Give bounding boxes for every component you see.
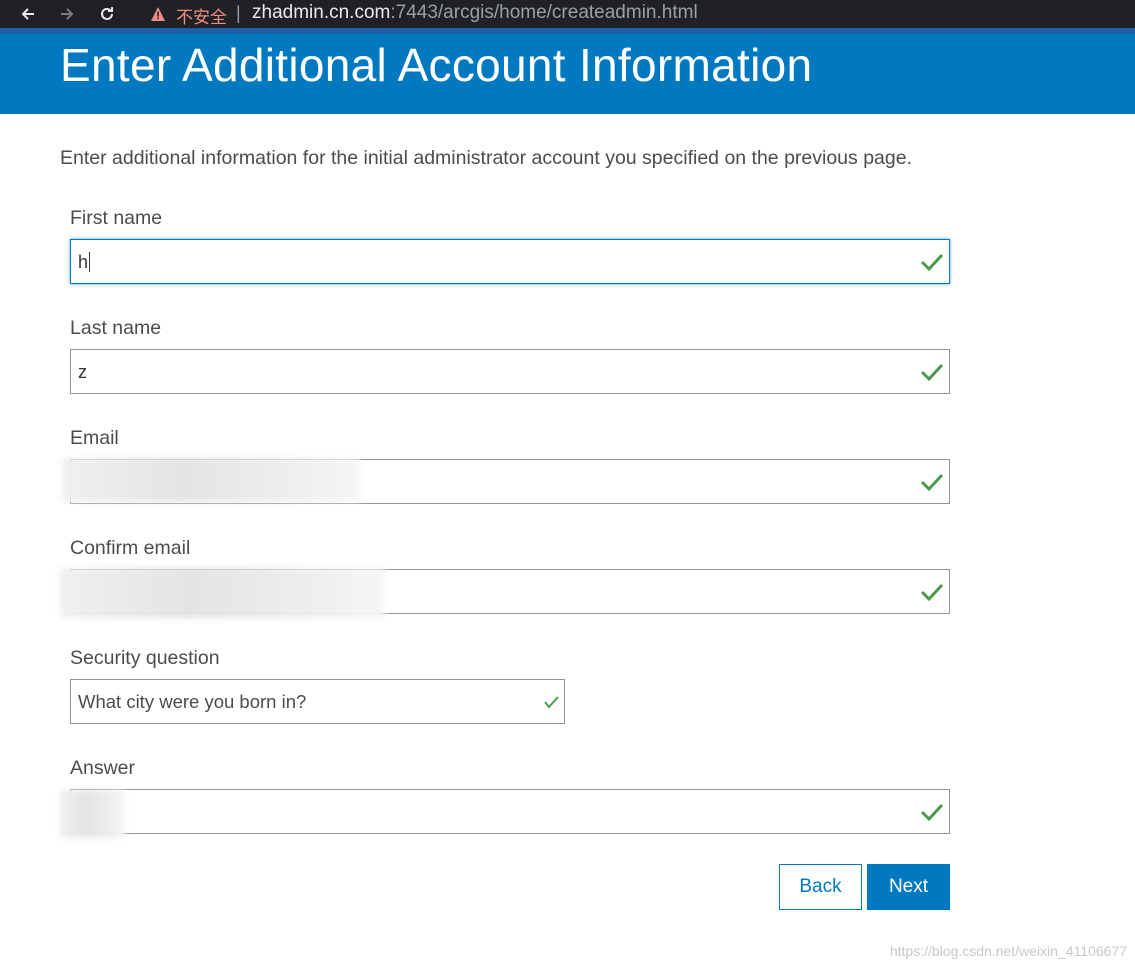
answer-input[interactable]	[70, 789, 950, 834]
url-separator: |	[236, 3, 241, 23]
back-arrow-icon[interactable]	[14, 0, 42, 28]
valid-check-icon	[544, 696, 559, 709]
browser-toolbar: 不安全 | zhadmin.cn.com:7443/arcgis/home/cr…	[0, 0, 1135, 28]
first-name-label: First name	[70, 207, 163, 229]
last-name-input[interactable]: z	[70, 349, 950, 394]
valid-check-icon	[920, 253, 944, 272]
valid-check-icon	[920, 473, 944, 492]
redacted-email	[62, 458, 360, 502]
confirm-email-label: Confirm email	[70, 537, 191, 559]
warning-icon[interactable]	[150, 6, 166, 22]
last-name-value: z	[78, 362, 87, 382]
first-name-input[interactable]: h	[70, 239, 950, 284]
security-question-label: Security question	[70, 647, 220, 669]
page-header: Enter Additional Account Information	[0, 28, 1135, 114]
security-question-value: What city were you born in?	[78, 691, 307, 712]
last-name-label: Last name	[70, 317, 162, 339]
answer-label: Answer	[70, 757, 136, 779]
insecure-label[interactable]: 不安全	[176, 3, 227, 28]
page-title: Enter Additional Account Information	[60, 39, 813, 91]
redacted-confirm-email	[60, 568, 385, 618]
intro-text: Enter additional information for the ini…	[60, 147, 912, 169]
email-label: Email	[70, 427, 119, 449]
back-button[interactable]: Back	[779, 864, 862, 910]
url-host: zhadmin.cn.com	[252, 2, 391, 23]
security-question-select[interactable]: What city were you born in?	[70, 679, 565, 724]
reload-icon[interactable]	[93, 0, 121, 28]
watermark: https://blog.csdn.net/weixin_41106677	[889, 943, 1127, 959]
next-button[interactable]: Next	[867, 864, 950, 910]
url-path: :7443/arcgis/home/createadmin.html	[390, 2, 698, 23]
valid-check-icon	[920, 363, 944, 382]
address-bar[interactable]: zhadmin.cn.com:7443/arcgis/home/createad…	[252, 2, 698, 24]
valid-check-icon	[920, 803, 944, 822]
redacted-answer	[60, 790, 125, 838]
first-name-value: h	[78, 252, 89, 272]
forward-arrow-icon[interactable]	[53, 0, 81, 28]
text-cursor	[89, 252, 91, 272]
valid-check-icon	[920, 583, 944, 602]
